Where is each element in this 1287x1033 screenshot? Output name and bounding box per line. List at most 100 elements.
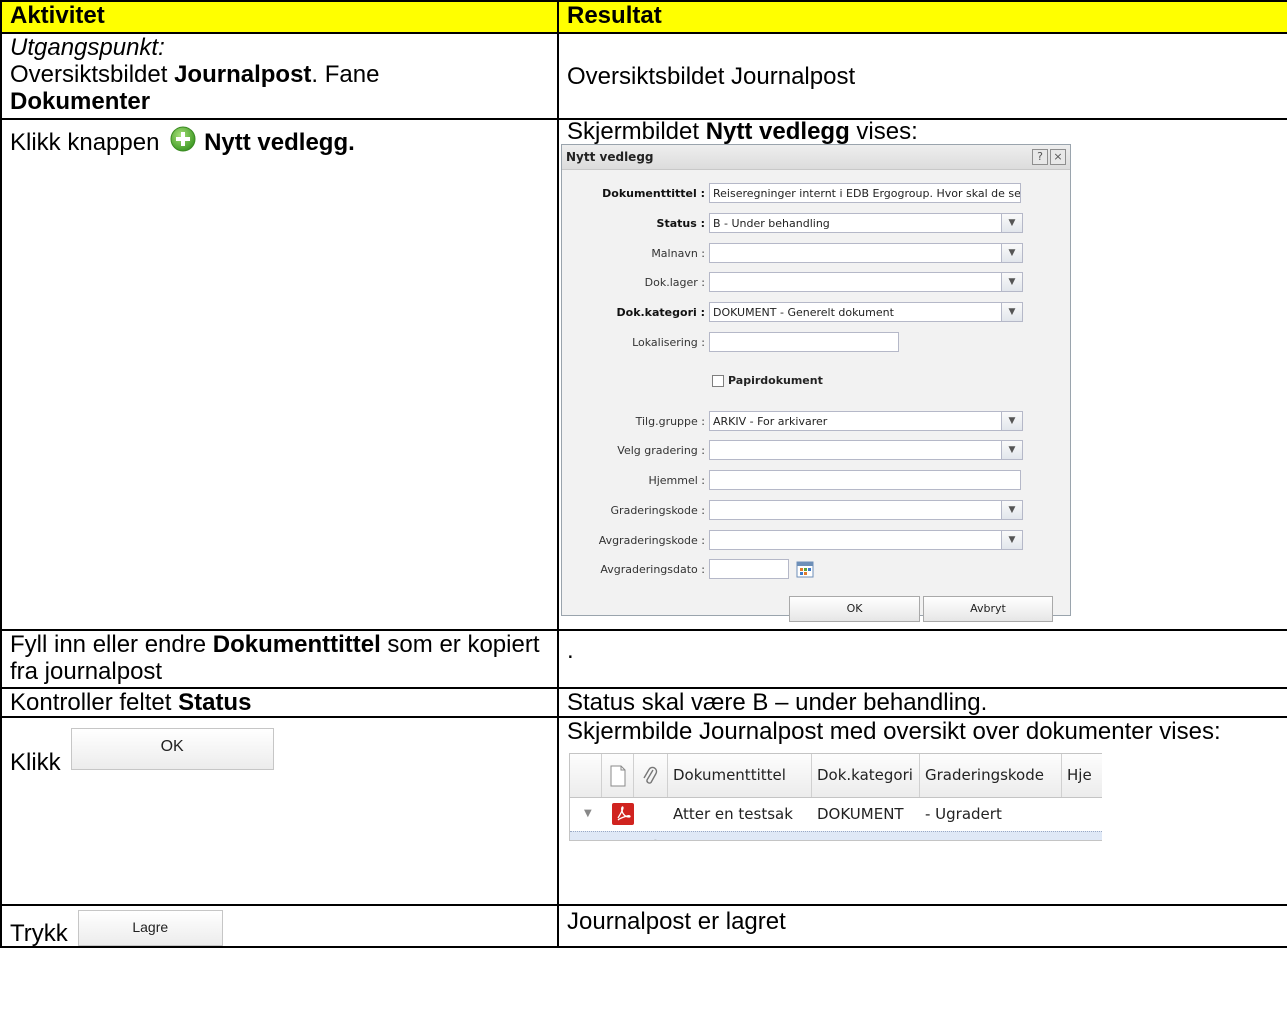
papirdokument-checkbox[interactable] [712, 375, 724, 387]
field-row-dokkategori: Dok.kategori : DOKUMENT - Generelt dokum… [562, 302, 1070, 324]
result-text: vises: [849, 118, 918, 145]
doklager-label: Dok.lager : [644, 276, 705, 289]
dokkategori-label: Dok.kategori : [616, 306, 706, 319]
header-resultat: Resultat [557, 0, 1287, 34]
hjemmel-label: Hjemmel : [648, 474, 705, 487]
col-dokkategori[interactable]: Dok.kategori [812, 754, 920, 797]
add-icon [170, 126, 196, 152]
grid-header-expand [570, 754, 602, 797]
dialog-cancel-button[interactable]: Avbryt [923, 596, 1053, 622]
result-text: Skjermbildet [567, 118, 706, 145]
field-row-doklager: Dok.lager : ▼ [562, 272, 1070, 294]
chevron-down-icon[interactable]: ▼ [1001, 531, 1022, 549]
velggradering-select[interactable]: ▼ [709, 440, 1023, 460]
activity-bold: Dokumenter [10, 88, 151, 115]
field-row-status: Status : B - Under behandling ▼ [562, 213, 1070, 235]
cell-gradering: - Ugradert [925, 805, 1002, 823]
result-bold: Nytt vedlegg [705, 118, 850, 145]
chevron-down-icon[interactable]: ▼ [1001, 303, 1022, 321]
result-cell: Skjermbildet Nytt vedlegg vises: Nytt ve… [557, 118, 1287, 631]
activity-cell: Fyll inn eller endre Dokumenttittel som … [0, 629, 559, 689]
avgraderingskode-label: Avgraderingskode : [598, 534, 705, 547]
hjemmel-input[interactable] [709, 470, 1021, 490]
row-status: Kontroller feltet Status Status skal vær… [0, 687, 1287, 718]
paperclip-icon [634, 754, 668, 797]
tilggruppe-select[interactable]: ARKIV - For arkivarer ▼ [709, 411, 1023, 431]
avgraderingsdato-input[interactable] [709, 559, 789, 579]
row-trykk-lagre: Trykk Lagre Journalpost er lagret [0, 904, 1287, 948]
field-row-avgraderingsdato: Avgraderingsdato : [562, 559, 1070, 581]
documents-grid: Dokumenttittel Dok.kategori Graderingsko… [569, 753, 1102, 841]
dokkategori-value: DOKUMENT - Generelt dokument [713, 306, 894, 319]
row-dokumenttittel: Fyll inn eller endre Dokumenttittel som … [0, 629, 1287, 689]
status-label: Status : [656, 217, 705, 230]
document-icon [602, 754, 634, 797]
calendar-icon[interactable] [795, 559, 815, 579]
activity-text: Trykk [10, 920, 68, 947]
col-hjemmel[interactable]: Hje [1062, 754, 1102, 797]
avgraderingskode-select[interactable]: ▼ [709, 530, 1023, 550]
cell-kategori: DOKUMENT [817, 805, 904, 823]
status-value: B - Under behandling [713, 217, 830, 230]
chevron-down-icon[interactable]: ▼ [1001, 441, 1022, 459]
field-row-hjemmel: Hjemmel : [562, 470, 1070, 492]
cell-gradering: - Ugradert [925, 832, 1002, 840]
row-klikk-ok: Klikk OK Skjermbilde Journalpost med ove… [0, 716, 1287, 906]
dokkategori-select[interactable]: DOKUMENT - Generelt dokument ▼ [709, 302, 1023, 322]
papirdokument-row: Papirdokument [712, 374, 823, 388]
malnavn-select[interactable]: ▼ [709, 243, 1023, 263]
tilggruppe-label: Tilg.gruppe : [635, 415, 705, 428]
papirdokument-label: Papirdokument [728, 374, 823, 387]
result-text: Skjermbilde Journalpost med oversikt ove… [567, 718, 1221, 745]
activity-cell: Kontroller feltet Status [0, 687, 559, 718]
graderingskode-label: Graderingskode : [610, 504, 705, 517]
avgraderingsdato-label: Avgraderingsdato : [600, 563, 705, 576]
header-aktivitet: Aktivitet [0, 0, 559, 34]
chevron-down-icon[interactable]: ▼ [1001, 214, 1022, 232]
field-row-tilggruppe: Tilg.gruppe : ARKIV - For arkivarer ▼ [562, 411, 1070, 433]
field-row-avgraderingskode: Avgraderingskode : ▼ [562, 530, 1070, 552]
col-dokumenttittel[interactable]: Dokumenttittel [668, 754, 812, 797]
result-cell: Status skal være B – under behandling. [557, 687, 1287, 718]
table-row[interactable]: ▼ Vedlegg til journ... DOKUMENT - Ugrade… [570, 831, 1102, 840]
help-icon[interactable]: ? [1032, 149, 1048, 165]
ok-button-image: OK [70, 728, 274, 770]
chevron-down-icon[interactable]: ▼ [1001, 244, 1022, 262]
activity-text: Klikk knappen [10, 129, 167, 156]
activity-text: . Fane [311, 61, 380, 88]
expand-icon[interactable]: ▼ [584, 832, 592, 840]
procedure-table: Aktivitet Resultat Utgangspunkt: Oversik… [0, 0, 1287, 948]
chevron-down-icon[interactable]: ▼ [1001, 273, 1022, 291]
result-text: Oversiktsbildet Journalpost [567, 62, 856, 90]
table-row[interactable]: ▼ Atter en testsak DOKUMENT - Ugradert [570, 797, 1102, 831]
activity-cell: Klikk OK [0, 716, 559, 906]
lokalisering-input[interactable] [709, 332, 899, 352]
activity-text: Fyll inn eller endre [10, 631, 213, 658]
dialog-ok-button[interactable]: OK [789, 596, 920, 622]
header-row: Aktivitet Resultat [0, 0, 1287, 34]
chevron-down-icon[interactable]: ▼ [1001, 412, 1022, 430]
dokumenttittel-input[interactable]: Reiseregninger internt i EDB Ergogroup. … [709, 183, 1021, 203]
activity-cell: Utgangspunkt: Oversiktsbildet Journalpos… [0, 32, 559, 120]
close-icon[interactable]: × [1050, 149, 1066, 165]
status-select[interactable]: B - Under behandling ▼ [709, 213, 1023, 233]
graderingskode-select[interactable]: ▼ [709, 500, 1023, 520]
activity-bold: Dokumenttittel [212, 631, 381, 658]
grid-header: Dokumenttittel Dok.kategori Graderingsko… [570, 754, 1102, 798]
lagre-button-image: Lagre [77, 910, 223, 946]
activity-bold: Journalpost [174, 61, 312, 88]
result-text: Status skal være B – under behandling. [567, 689, 988, 716]
velggradering-label: Velg gradering : [617, 444, 705, 457]
expand-icon[interactable]: ▼ [584, 797, 592, 831]
activity-text: Oversiktsbildet [10, 61, 175, 88]
doklager-select[interactable]: ▼ [709, 272, 1023, 292]
row-nytt-vedlegg: Klikk knappen Nytt vedlegg. Skjermbildet… [0, 118, 1287, 631]
activity-bold: Nytt vedlegg. [204, 129, 355, 156]
paperclip-icon [644, 838, 662, 840]
cell-kategori: DOKUMENT [817, 832, 904, 840]
chevron-down-icon[interactable]: ▼ [1001, 501, 1022, 519]
result-text: Journalpost er lagret [567, 908, 786, 935]
col-graderingskode[interactable]: Graderingskode [920, 754, 1062, 797]
field-row-graderingskode: Graderingskode : ▼ [562, 500, 1070, 522]
malnavn-label: Malnavn : [651, 247, 705, 260]
